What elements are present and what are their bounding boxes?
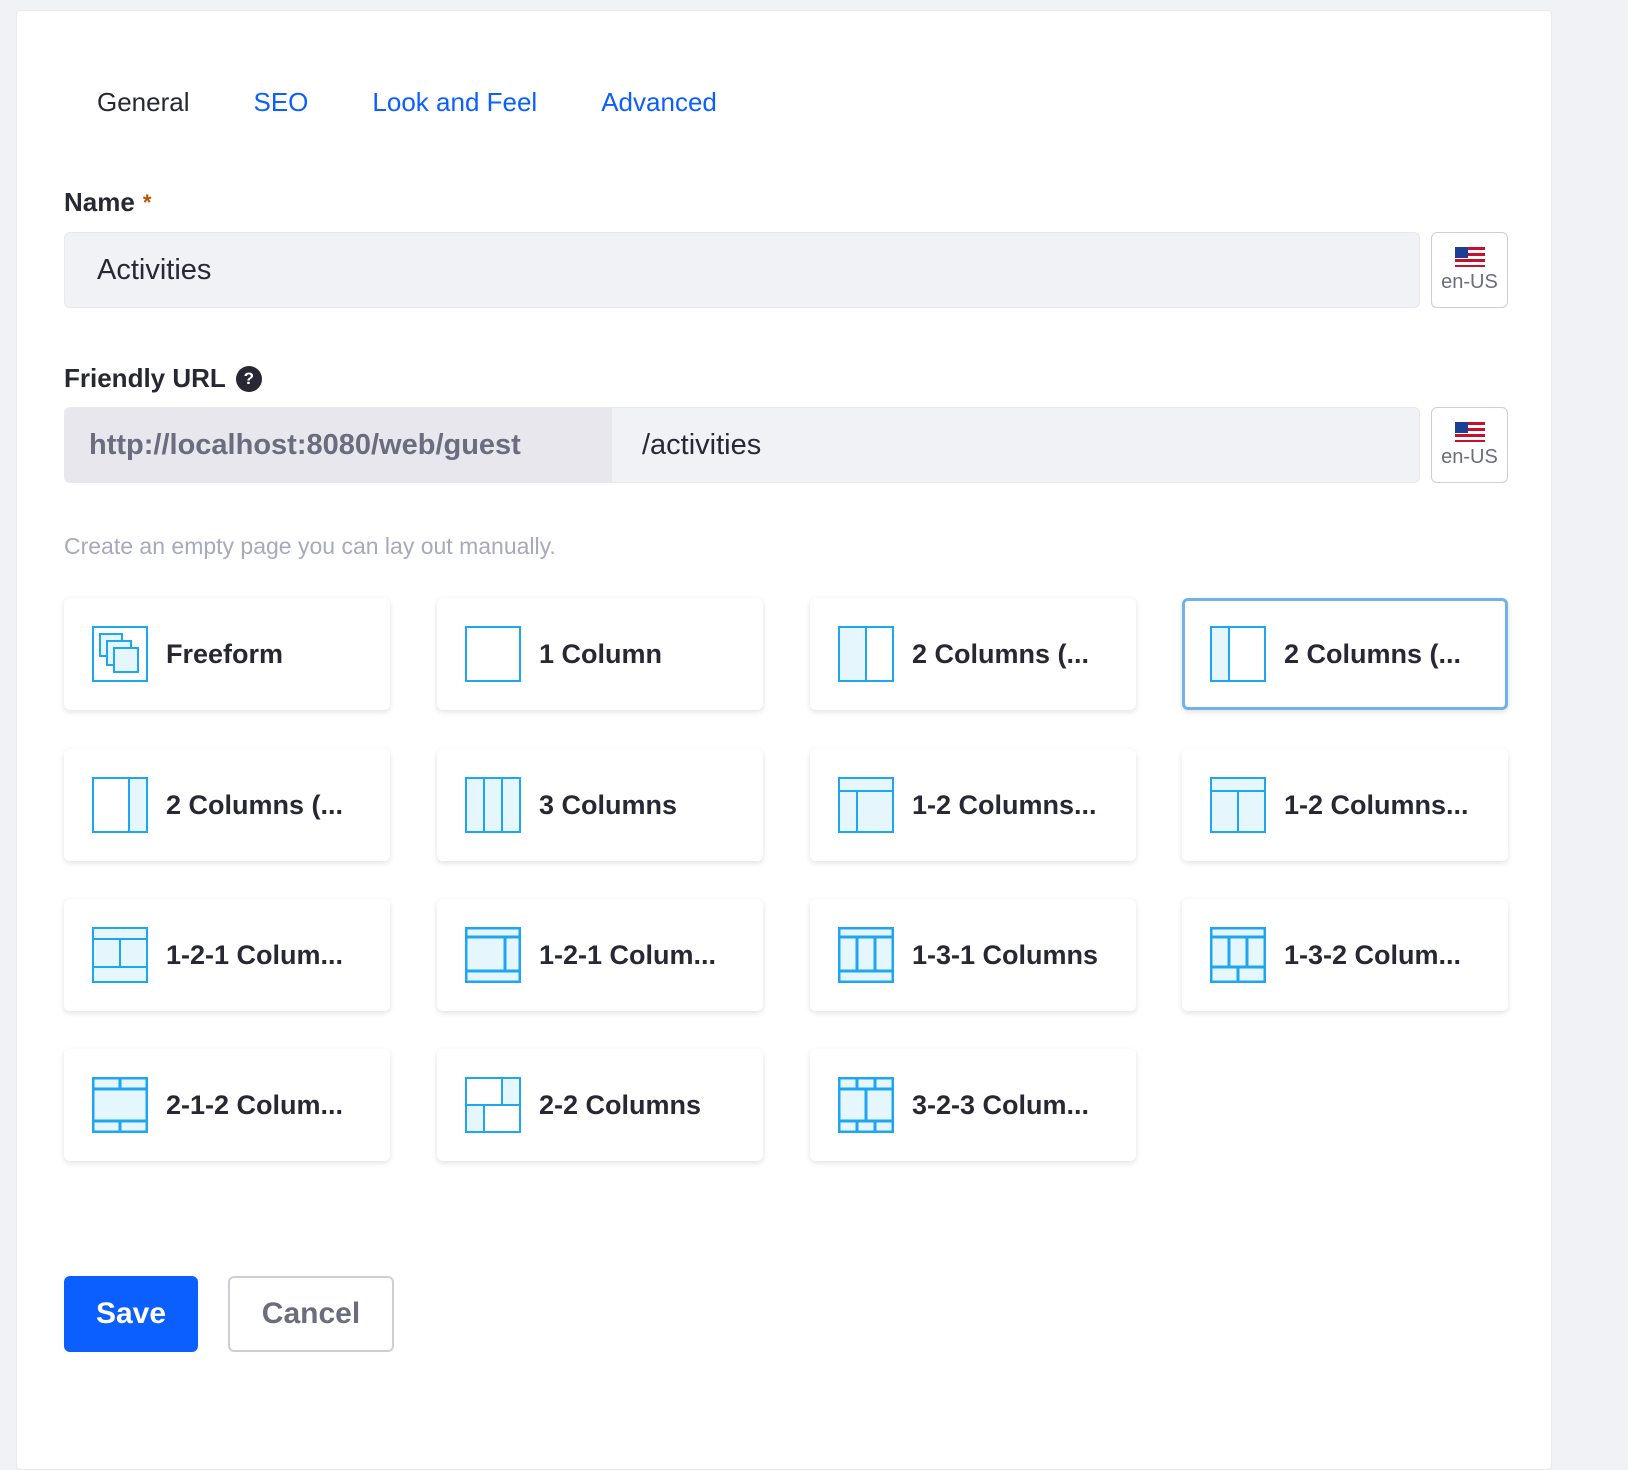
layout-card-label: 2 Columns (... <box>166 789 344 820</box>
tab-seo[interactable]: SEO <box>222 77 341 127</box>
name-label: Name * <box>64 187 151 218</box>
layout-card-label: 1-2 Columns... <box>912 789 1097 820</box>
layout-card-label: 2 Columns (... <box>1284 638 1462 669</box>
one-two-columns-icon <box>838 777 894 833</box>
name-locale-button[interactable]: en-US <box>1431 232 1508 308</box>
layout-card-label: 2-2 Columns <box>539 1089 702 1120</box>
layout-card-2-columns-a[interactable]: 2 Columns (... <box>810 598 1136 710</box>
one-two-columns-alt-icon <box>1210 777 1266 833</box>
layout-card-2-1-2-columns[interactable]: 2-1-2 Colum... <box>64 1049 390 1161</box>
layout-card-label: 1-3-1 Columns <box>912 939 1099 970</box>
layout-card-label: 1-3-2 Colum... <box>1284 939 1462 970</box>
name-input-value: Activities <box>97 253 212 286</box>
help-icon[interactable]: ? <box>235 365 262 392</box>
layout-card-label: 1-2-1 Colum... <box>166 939 344 970</box>
url-locale-button[interactable]: en-US <box>1431 407 1508 483</box>
us-flag-icon <box>1454 421 1485 442</box>
layout-hint-text: Create an empty page you can lay out man… <box>64 533 556 559</box>
layout-card-label: 3 Columns <box>539 789 678 820</box>
layout-card-1-2-columns-a[interactable]: 1-2 Columns... <box>810 749 1136 861</box>
two-columns-narrow-right-icon <box>92 777 148 833</box>
layout-card-1-3-1-columns[interactable]: 1-3-1 Columns <box>810 899 1136 1011</box>
layout-card-label: 2-1-2 Colum... <box>166 1089 344 1120</box>
name-locale-label: en-US <box>1441 270 1498 293</box>
required-mark: * <box>142 189 152 215</box>
one-three-two-columns-icon <box>1210 927 1266 983</box>
url-locale-label: en-US <box>1441 445 1498 468</box>
layout-card-1-2-columns-b[interactable]: 1-2 Columns... <box>1182 749 1508 861</box>
tab-advanced[interactable]: Advanced <box>569 77 749 127</box>
layout-card-1-2-1-columns-b[interactable]: 1-2-1 Colum... <box>437 899 763 1011</box>
two-two-columns-icon <box>465 1077 521 1133</box>
one-two-one-columns-alt-icon <box>465 927 521 983</box>
layout-card-label: 1 Column <box>539 638 663 669</box>
layout-card-label: 1-2-1 Colum... <box>539 939 717 970</box>
layout-card-freeform[interactable]: Freeform <box>64 598 390 710</box>
three-two-three-columns-icon <box>838 1077 894 1133</box>
two-columns-wide-right-icon <box>838 626 894 682</box>
layout-card-1-2-1-columns-a[interactable]: 1-2-1 Colum... <box>64 899 390 1011</box>
layout-card-label: 1-2 Columns... <box>1284 789 1469 820</box>
layout-card-2-columns-c[interactable]: 2 Columns (... <box>64 749 390 861</box>
layout-card-1-3-2-columns[interactable]: 1-3-2 Colum... <box>1182 899 1508 1011</box>
layout-card-3-columns[interactable]: 3 Columns <box>437 749 763 861</box>
friendly-url-value: /activities <box>642 428 762 461</box>
cancel-button[interactable]: Cancel <box>228 1276 394 1352</box>
name-input[interactable]: Activities <box>64 232 1420 308</box>
two-one-two-columns-icon <box>92 1077 148 1133</box>
two-columns-narrow-left-icon <box>1210 626 1266 682</box>
layout-card-label: Freeform <box>166 638 284 669</box>
one-two-one-columns-icon <box>92 927 148 983</box>
friendly-url-input[interactable]: http://localhost:8080/web/guest /activit… <box>64 407 1420 483</box>
three-columns-layout-icon <box>465 777 521 833</box>
layout-card-3-2-3-columns[interactable]: 3-2-3 Colum... <box>810 1049 1136 1161</box>
layout-card-label: 3-2-3 Colum... <box>912 1089 1090 1120</box>
layout-card-1-column[interactable]: 1 Column <box>437 598 763 710</box>
one-three-one-columns-icon <box>838 927 894 983</box>
layout-card-label: 2 Columns (... <box>912 638 1090 669</box>
save-button[interactable]: Save <box>64 1276 198 1352</box>
freeform-layout-icon <box>92 626 148 682</box>
us-flag-icon <box>1454 246 1485 267</box>
tab-bar: General SEO Look and Feel Advanced <box>65 77 749 127</box>
tab-look-and-feel[interactable]: Look and Feel <box>340 77 569 127</box>
name-label-text: Name <box>64 187 135 217</box>
friendly-url-prefix: http://localhost:8080/web/guest <box>65 408 612 482</box>
layout-card-2-columns-b[interactable]: 2 Columns (... <box>1182 598 1508 710</box>
one-column-layout-icon <box>465 626 521 682</box>
friendly-url-label-text: Friendly URL <box>64 363 226 393</box>
friendly-url-label: Friendly URL ? <box>64 363 262 394</box>
page-settings-panel: General SEO Look and Feel Advanced Name … <box>16 10 1552 1470</box>
tab-general[interactable]: General <box>65 77 222 127</box>
layout-card-2-2-columns[interactable]: 2-2 Columns <box>437 1049 763 1161</box>
